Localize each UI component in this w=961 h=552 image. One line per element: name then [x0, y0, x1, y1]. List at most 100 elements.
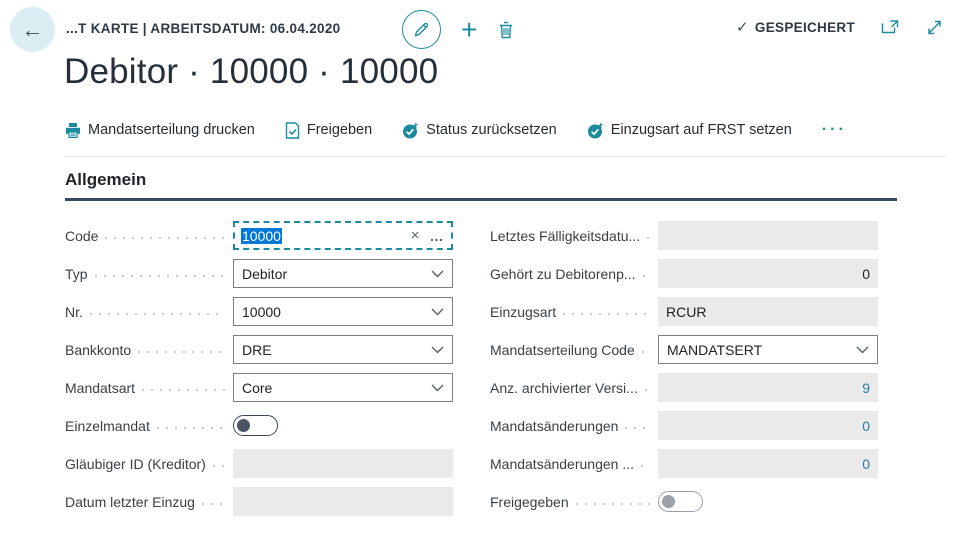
popout-button[interactable]: [881, 19, 900, 35]
field-label-wrap: Typ: [65, 266, 233, 282]
action-reset-status[interactable]: Status zurücksetzen: [402, 122, 557, 139]
dropdown-value: Core: [242, 380, 272, 396]
dropdown-field[interactable]: 10000: [233, 297, 453, 326]
edit-button[interactable]: [402, 10, 441, 49]
field-label-wrap: Letztes Fälligkeitsdatu...: [490, 228, 658, 244]
field-row: Gläubiger ID (Kreditor): [65, 449, 453, 478]
drilldown-value[interactable]: 0: [862, 456, 870, 472]
expand-button[interactable]: [926, 19, 943, 36]
reset-status-icon: [402, 122, 419, 139]
dropdown-value: DRE: [242, 342, 272, 358]
field-row: Datum letzter Einzug: [65, 487, 453, 516]
field-control-slot: 10000×…: [233, 221, 453, 250]
clear-icon[interactable]: ×: [411, 227, 420, 244]
field-label-wrap: Gehört zu Debitorenp...: [490, 266, 658, 282]
dropdown-field[interactable]: Core: [233, 373, 453, 402]
dotted-leader: [90, 313, 225, 315]
field-label: Einzugsart: [490, 304, 556, 320]
field-row: Freigegeben: [490, 487, 878, 516]
field-row: Mandatserteilung Code MANDATSERT: [490, 335, 878, 364]
field-control-slot: MANDATSERT: [658, 335, 878, 364]
toolbar-divider: [65, 156, 946, 157]
dotted-leader: [157, 427, 225, 429]
field-label-wrap: Mandatsänderungen ...: [490, 456, 658, 472]
field-label: Code: [65, 228, 98, 244]
field-label: Mandatserteilung Code: [490, 342, 635, 358]
dropdown-field[interactable]: MANDATSERT: [658, 335, 878, 364]
field-row: Einzelmandat: [65, 411, 453, 440]
fields-column-right: Letztes Fälligkeitsdatu... Gehört zu Debi…: [490, 221, 878, 525]
saved-status: ✓ GESPEICHERT: [736, 18, 855, 36]
dropdown-field[interactable]: Debitor: [233, 259, 453, 288]
dropdown-value: MANDATSERT: [667, 342, 762, 358]
field-control-slot: [233, 449, 453, 478]
field-value: RCUR: [666, 304, 706, 320]
dotted-leader: [642, 351, 650, 353]
field-control-slot: [233, 487, 453, 516]
field-label-wrap: Datum letzter Einzug: [65, 494, 233, 510]
toggle-switch-off[interactable]: [233, 415, 278, 436]
field-label-wrap: Anz. archivierter Versi...: [490, 380, 658, 396]
check-icon: ✓: [736, 18, 749, 36]
dotted-leader: [213, 465, 225, 467]
dotted-leader: [138, 351, 225, 353]
chevron-down-icon: [425, 270, 444, 278]
dotted-leader: [647, 237, 650, 239]
field-row: Bankkonto DRE: [65, 335, 453, 364]
drilldown-value[interactable]: 0: [862, 418, 870, 434]
disabled-field: [233, 487, 453, 516]
disabled-field: [658, 221, 878, 250]
field-row: Einzugsart RCUR: [490, 297, 878, 326]
fields-column-left: Code10000×…TypDebitorNr.10000BankkontoDR…: [65, 221, 453, 525]
field-more-icon[interactable]: …: [430, 228, 446, 244]
field-label: Gehört zu Debitorenp...: [490, 266, 636, 282]
field-label-wrap: Nr.: [65, 304, 233, 320]
field-label-wrap: Code: [65, 228, 233, 244]
field-label-wrap: Bankkonto: [65, 342, 233, 358]
field-label: Bankkonto: [65, 342, 131, 358]
action-set-frst[interactable]: Einzugsart auf FRST setzen: [587, 122, 792, 139]
field-row: Letztes Fälligkeitsdatu...: [490, 221, 878, 250]
action-label: Freigeben: [307, 122, 372, 138]
field-row: Mandatsänderungen ... 0: [490, 449, 878, 478]
field-control-slot: [233, 415, 453, 436]
action-label: Status zurücksetzen: [426, 122, 557, 138]
printer-icon: [65, 123, 81, 138]
back-arrow-icon: ←: [22, 17, 44, 43]
more-actions-button[interactable]: ···: [822, 121, 847, 139]
disabled-field: RCUR: [658, 297, 878, 326]
dropdown-value: Debitor: [242, 266, 287, 282]
popout-icon: [881, 19, 900, 35]
add-button[interactable]: +: [461, 16, 477, 44]
mandate-card-page: ← ...T KARTE | ARBEITSDATUM: 06.04.2020 …: [0, 0, 961, 552]
dropdown-field[interactable]: DRE: [233, 335, 453, 364]
disabled-field: 9: [658, 373, 878, 402]
code-input-focused[interactable]: 10000×…: [233, 221, 453, 250]
field-row: Mandatsänderungen 0: [490, 411, 878, 440]
chevron-down-icon: [425, 346, 444, 354]
toggle-switch-off[interactable]: [658, 491, 703, 512]
delete-button[interactable]: [497, 20, 515, 40]
field-label: Nr.: [65, 304, 83, 320]
field-label: Mandatsänderungen: [490, 418, 618, 434]
record-actions: +: [402, 10, 515, 49]
disabled-field: 0: [658, 449, 878, 478]
dotted-leader: [643, 275, 650, 277]
field-row: Typ Debitor: [65, 259, 453, 288]
release-document-icon: [285, 122, 300, 139]
field-label-wrap: Freigegeben: [490, 494, 658, 510]
dotted-leader: [576, 503, 650, 505]
dropdown-value: 10000: [242, 304, 281, 320]
field-control-slot: [658, 491, 878, 512]
page-title: Debitor · 10000 · 10000: [64, 52, 438, 92]
dotted-leader: [105, 237, 225, 239]
action-release[interactable]: Freigeben: [285, 122, 372, 139]
field-grid: Code10000×…TypDebitorNr.10000BankkontoDR…: [65, 221, 878, 525]
section-header-allgemein[interactable]: Allgemein: [65, 170, 897, 201]
action-print-mandate[interactable]: Mandatserteilung drucken: [65, 122, 255, 138]
field-label: Einzelmandat: [65, 418, 150, 434]
back-button[interactable]: ←: [10, 7, 55, 52]
drilldown-value[interactable]: 9: [862, 380, 870, 396]
saved-label: GESPEICHERT: [755, 20, 855, 35]
chevron-down-icon: [425, 384, 444, 392]
